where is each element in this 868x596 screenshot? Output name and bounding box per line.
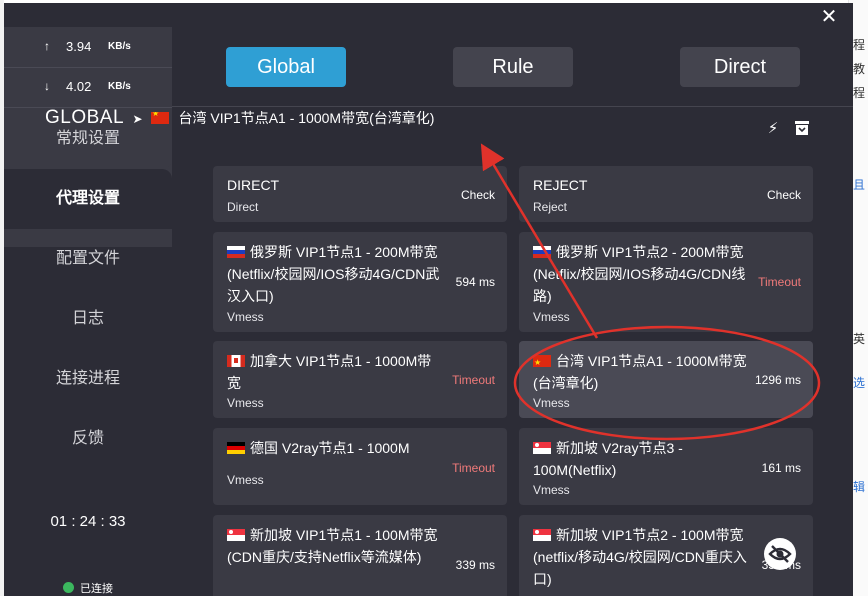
background-link[interactable]: 辑 [853,478,865,495]
mode-selector: Global Rule Direct [172,27,853,107]
status-dot-icon [63,582,74,593]
proxy-card[interactable]: 俄罗斯 VIP1节点2 - 200M带宽(Netflix/校园网/IOS移动4G… [519,232,813,332]
check-button[interactable]: Check [767,188,801,202]
proxy-type: Vmess [533,483,570,497]
background-text: 程 [853,38,866,52]
proxy-type: Reject [533,200,568,214]
latency: Timeout [452,461,495,475]
close-icon[interactable]: ✕ [819,7,839,27]
download-arrow-icon: ↓ [44,79,50,93]
sidebar-item-feedback[interactable]: 反馈 [4,409,172,469]
canada-flag-icon [227,355,245,367]
download-value: 4.02 [66,79,92,94]
latency: 1296 ms [754,373,801,387]
upload-speed: ↑ 3.94 KB/s [4,27,172,67]
uptime-timer: 01 : 24 : 33 [50,513,126,530]
background-text: 英 [853,332,866,346]
proxy-type: Vmess [533,396,570,410]
singapore-flag-icon [533,529,551,541]
background-link[interactable]: 选 [853,374,865,391]
proxy-card[interactable]: 新加坡 V2ray节点3 - 100M(Netflix) Vmess 161 m… [519,428,813,505]
group-header: GLOBAL ➤ 台湾 VIP1节点A1 - 1000M带宽(台湾章化) [45,107,434,137]
proxy-card[interactable]: 加拿大 VIP1节点1 - 1000M带宽 Vmess Timeout [213,341,507,418]
proxy-title: 新加坡 V2ray节点3 - 100M(Netflix) [533,440,683,478]
proxy-title: 台湾 VIP1节点A1 - 1000M带宽(台湾章化) [533,350,748,394]
connection-status: 已连接 [4,580,172,596]
singapore-flag-icon [227,529,245,541]
sidebar-item-logs[interactable]: 日志 [4,289,172,349]
proxy-card-reject[interactable]: REJECT Reject Check [519,166,813,222]
singapore-flag-icon [533,442,551,454]
proxy-title: 加拿大 VIP1节点1 - 1000M带宽 [227,353,432,391]
proxy-type: Vmess [533,310,570,324]
background-text: 程 [853,86,866,100]
lightning-icon[interactable]: ⚡ [764,120,782,138]
selected-proxy-name: 台湾 VIP1节点A1 - 1000M带宽(台湾章化) [178,110,435,126]
latency: Timeout [452,373,495,387]
proxy-title: DIRECT [227,177,280,193]
proxy-title: 新加坡 VIP1节点1 - 100M带宽(CDN重庆/支持Netflix等流媒体… [227,527,438,565]
proxy-type: Vmess [227,310,264,324]
germany-flag-icon [227,442,245,454]
upload-arrow-icon: ↑ [44,39,50,53]
hide-eye-icon[interactable] [764,538,796,570]
proxy-card-selected[interactable]: 台湾 VIP1节点A1 - 1000M带宽(台湾章化) Vmess 1296 m… [519,341,813,418]
russia-flag-icon [227,246,245,258]
proxy-type: Direct [227,200,259,214]
latency: 339 ms [455,558,495,572]
status-label: 已连接 [80,583,113,595]
proxy-title: 俄罗斯 VIP1节点1 - 200M带宽(Netflix/校园网/IOS移动4G… [227,244,440,304]
china-flag-icon [151,112,170,124]
proxy-type: Vmess [227,473,264,487]
sidebar-item-connections[interactable]: 连接进程 [4,349,172,409]
proxy-title: REJECT [533,177,588,193]
proxy-title: 新加坡 VIP1节点2 - 100M带宽(netflix/移动4G/校园网/CD… [533,527,747,587]
china-flag-icon [533,355,551,367]
proxy-card[interactable]: 新加坡 VIP1节点1 - 100M带宽(CDN重庆/支持Netflix等流媒体… [213,515,507,596]
mode-rule-button[interactable]: Rule [453,47,573,87]
clash-window: ✕ ↑ 3.94 KB/s ↓ 4.02 KB/s 常规设置 代理设置 配置文件… [4,3,853,596]
mode-direct-button[interactable]: Direct [680,47,800,87]
sidebar-item-proxies[interactable]: 代理设置 [4,169,172,229]
group-name: GLOBAL [45,107,125,128]
proxy-title: 德国 V2ray节点1 - 1000M [227,437,442,459]
check-button[interactable]: Check [461,188,495,202]
background-link[interactable]: 且 [853,176,865,193]
sidebar-item-profiles[interactable]: 配置文件 [4,229,172,289]
latency: 161 ms [761,461,801,475]
latency: 594 ms [455,275,495,289]
proxy-title: 俄罗斯 VIP1节点2 - 200M带宽(Netflix/校园网/IOS移动4G… [533,244,746,304]
latency: Timeout [758,275,801,289]
proxy-card[interactable]: 德国 V2ray节点1 - 1000M Vmess Timeout [213,428,507,505]
download-unit: KB/s [108,81,131,92]
mode-global-button[interactable]: Global [226,47,346,87]
proxy-card-direct[interactable]: DIRECT Direct Check [213,166,507,222]
proxy-type: Vmess [227,396,264,410]
header-arrow-icon: ➤ [132,112,143,126]
upload-unit: KB/s [108,41,131,52]
upload-value: 3.94 [66,39,92,54]
download-speed: ↓ 4.02 KB/s [4,67,172,107]
proxy-card[interactable]: 俄罗斯 VIP1节点1 - 200M带宽(Netflix/校园网/IOS移动4G… [213,232,507,332]
background-text: 教 [853,62,866,76]
collapse-icon[interactable] [793,120,811,138]
russia-flag-icon [533,246,551,258]
